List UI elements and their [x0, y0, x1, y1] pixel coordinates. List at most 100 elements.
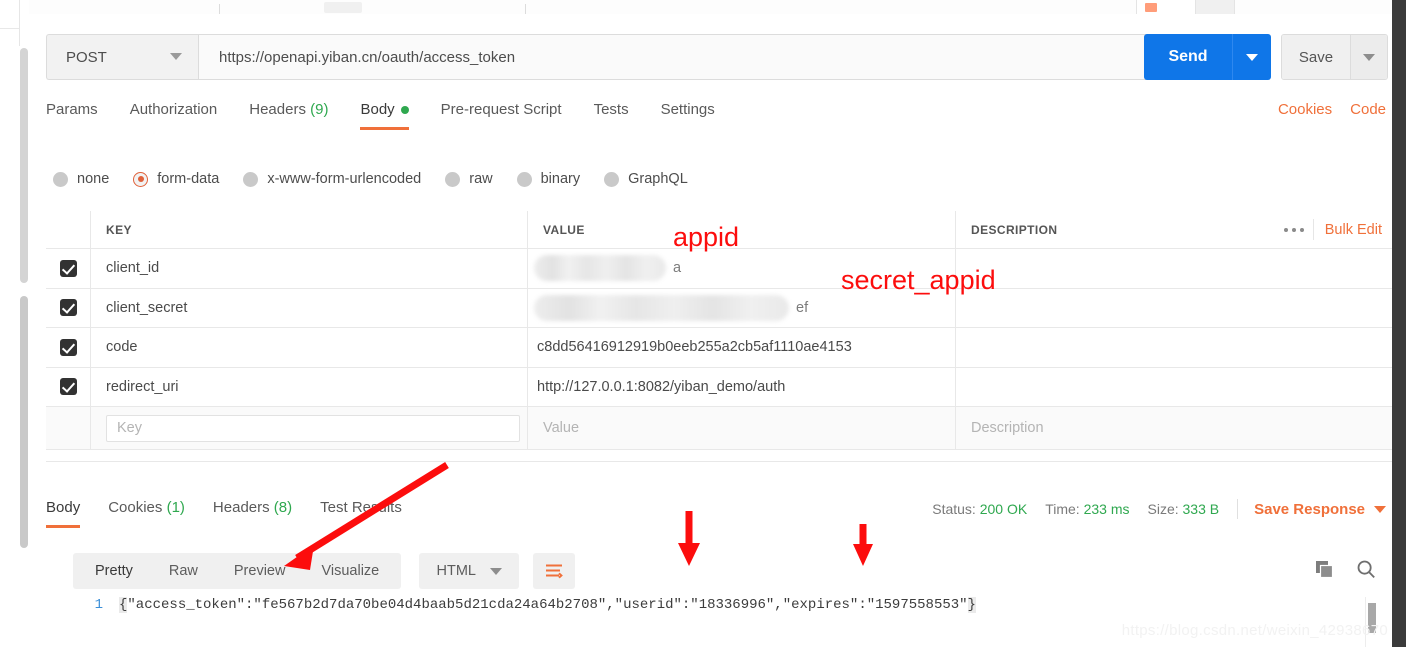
- radio-icon: [516, 171, 532, 187]
- row-key-text: code: [106, 339, 138, 356]
- row-description-cell[interactable]: [956, 328, 1392, 367]
- body-type-label: binary: [540, 171, 581, 187]
- sliver-chip-1: [324, 2, 362, 13]
- outer-scrollbar-thumb-upper[interactable]: [20, 48, 28, 283]
- tab-params[interactable]: Params: [46, 97, 98, 130]
- response-action-icons: [1315, 559, 1376, 579]
- left-strip-divider: [0, 28, 19, 29]
- body-type-radio-group: none form-data x-www-form-urlencoded raw…: [53, 171, 712, 187]
- response-tab-cookies[interactable]: Cookies (1): [108, 495, 185, 528]
- radio-icon: [604, 171, 620, 187]
- outer-scrollbar-thumb-lower[interactable]: [20, 296, 28, 548]
- row-key-cell[interactable]: redirect_uri: [91, 367, 528, 406]
- body-type-raw[interactable]: raw: [445, 171, 493, 187]
- save-response-button[interactable]: Save Response: [1254, 501, 1386, 518]
- column-header-key: KEY: [106, 222, 132, 237]
- tab-tests[interactable]: Tests: [594, 97, 629, 130]
- row-checkbox[interactable]: [59, 299, 77, 317]
- right-dark-edge: [1392, 0, 1406, 647]
- radio-icon: [445, 171, 461, 187]
- code-link[interactable]: Code: [1350, 101, 1386, 118]
- row-checkbox[interactable]: [59, 338, 77, 356]
- cut-off-toolbar-sliver: [29, 0, 1392, 15]
- save-response-label: Save Response: [1254, 500, 1365, 518]
- url-text: https://openapi.yiban.cn/oauth/access_to…: [219, 48, 516, 66]
- send-button[interactable]: Send: [1144, 34, 1232, 80]
- row-value-cell[interactable]: http://127.0.0.1:8082/yiban_demo/auth: [528, 367, 956, 406]
- body-type-form-data[interactable]: form-data: [133, 171, 219, 187]
- response-tab-headers[interactable]: Headers (8): [213, 495, 292, 528]
- tab-headers[interactable]: Headers (9): [249, 97, 328, 130]
- tab-authorization[interactable]: Authorization: [130, 97, 218, 130]
- chevron-down-icon: [1363, 53, 1375, 61]
- row-value-visible-tail: ef: [796, 299, 809, 316]
- row-key-cell[interactable]: code: [91, 328, 528, 367]
- row-description-cell[interactable]: [956, 368, 1392, 407]
- response-format-select[interactable]: HTML: [419, 553, 520, 589]
- body-type-binary[interactable]: binary: [516, 171, 581, 187]
- response-separator: [46, 461, 1392, 462]
- body-type-label: none: [77, 171, 110, 187]
- word-wrap-button[interactable]: [533, 553, 576, 589]
- copy-icon[interactable]: [1315, 560, 1334, 579]
- row-checkbox-cell: [46, 367, 91, 406]
- body-type-none[interactable]: none: [53, 171, 109, 187]
- new-row-value-cell[interactable]: Value: [528, 407, 956, 449]
- chevron-down-icon: [170, 53, 182, 60]
- view-mode-preview[interactable]: Preview: [216, 553, 304, 589]
- table-row: client_secret ef: [46, 288, 1392, 328]
- tab-body[interactable]: Body: [360, 97, 409, 130]
- row-key-text: client_id: [106, 260, 160, 277]
- row-checkbox[interactable]: [59, 378, 77, 396]
- http-method-select[interactable]: POST: [46, 34, 198, 80]
- response-tab-body[interactable]: Body: [46, 495, 81, 528]
- tab-label: Settings: [660, 101, 715, 118]
- response-view-modes: Pretty Raw Preview Visualize: [73, 553, 402, 589]
- search-icon[interactable]: [1356, 559, 1376, 579]
- row-description-cell[interactable]: [956, 249, 1392, 288]
- new-key-placeholder: Key: [117, 420, 142, 436]
- more-options-icon[interactable]: [1284, 227, 1304, 232]
- response-tab-test-results[interactable]: Test Results: [320, 495, 402, 528]
- sliver-divider-2: [525, 4, 526, 14]
- tab-settings[interactable]: Settings: [661, 97, 715, 130]
- row-key-cell[interactable]: client_id: [91, 249, 528, 288]
- status-group: Status: 200 OK: [932, 501, 1027, 517]
- body-type-graphql[interactable]: GraphQL: [604, 171, 688, 187]
- header-value-cell: VALUE: [528, 211, 956, 248]
- time-group: Time: 233 ms: [1045, 501, 1129, 517]
- view-mode-raw[interactable]: Raw: [151, 553, 216, 589]
- sliver-dropdown-box: [1195, 0, 1235, 14]
- row-value-cell[interactable]: c8dd56416912919b0eeb255a2cb5af1110ae4153: [528, 328, 956, 367]
- save-options-button[interactable]: [1350, 35, 1387, 79]
- cookies-link[interactable]: Cookies: [1278, 101, 1332, 118]
- chevron-down-icon: [489, 567, 502, 575]
- tab-pre-request-script[interactable]: Pre-request Script: [441, 97, 562, 130]
- save-button[interactable]: Save: [1282, 35, 1350, 79]
- row-value-text: c8dd56416912919b0eeb255a2cb5af1110ae4153: [537, 339, 852, 356]
- row-checkbox[interactable]: [59, 259, 77, 277]
- tab-label: Params: [46, 101, 98, 118]
- response-tab-bar: Body Cookies (1) Headers (8) Test Result…: [46, 495, 430, 528]
- annotation-secret-appid: secret_appid: [841, 265, 996, 295]
- row-key-cell[interactable]: client_secret: [91, 288, 528, 327]
- status-badge: 200 OK: [979, 501, 1028, 517]
- view-mode-visualize[interactable]: Visualize: [303, 553, 397, 589]
- url-input[interactable]: https://openapi.yiban.cn/oauth/access_to…: [198, 34, 1152, 80]
- top-gap: [29, 14, 1392, 25]
- send-button-group: Send: [1144, 34, 1271, 80]
- save-button-group: Save: [1281, 34, 1388, 80]
- send-options-button[interactable]: [1232, 34, 1271, 80]
- header-key-cell: KEY: [91, 211, 528, 248]
- bulk-edit-button[interactable]: Bulk Edit: [1325, 222, 1382, 238]
- annotation-appid: appid: [673, 222, 740, 252]
- row-description-cell[interactable]: [956, 289, 1392, 328]
- new-row-key-cell[interactable]: Key: [91, 407, 528, 449]
- view-mode-pretty[interactable]: Pretty: [77, 553, 151, 589]
- response-format-label: HTML: [436, 563, 476, 579]
- time-value: 233 ms: [1083, 501, 1130, 517]
- new-key-input[interactable]: Key: [106, 414, 520, 442]
- body-type-label: raw: [469, 171, 493, 187]
- new-row-description-cell[interactable]: Description: [956, 407, 1392, 449]
- body-type-x-www-form-urlencoded[interactable]: x-www-form-urlencoded: [243, 171, 421, 187]
